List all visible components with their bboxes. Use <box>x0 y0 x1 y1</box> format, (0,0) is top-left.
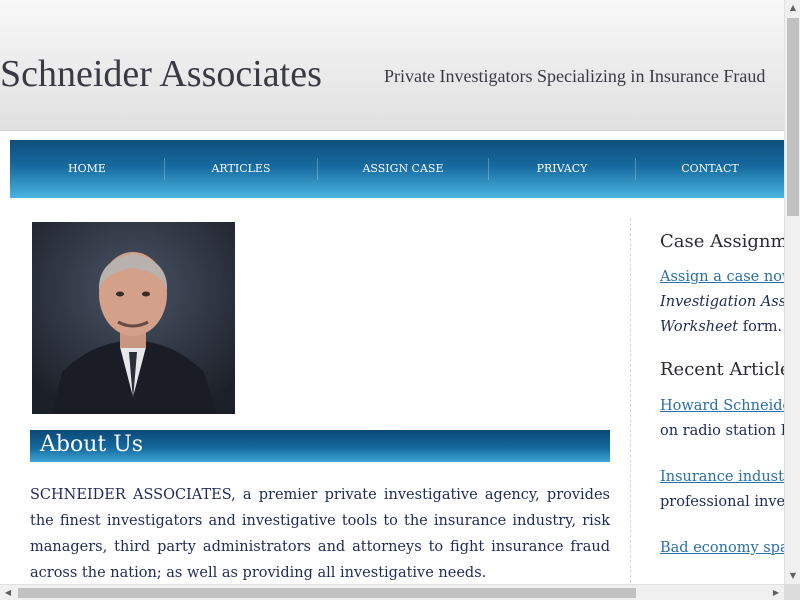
scrollbar-corner <box>784 584 800 600</box>
horizontal-scrollbar[interactable]: ◀ ▶ <box>0 584 784 600</box>
portrait-photo <box>32 222 235 414</box>
vertical-scroll-thumb[interactable] <box>787 18 799 216</box>
site-tagline: Private Investigators Specializing in In… <box>384 66 766 86</box>
recent-articles-heading: Recent Article <box>660 359 784 380</box>
scroll-left-arrow-icon[interactable]: ◀ <box>0 585 16 600</box>
nav-contact[interactable]: CONTACT <box>636 158 784 180</box>
about-us-text: SCHNEIDER ASSOCIATES, a premier private … <box>30 487 610 581</box>
article-item: Howard Schneide <box>660 394 784 419</box>
article-summary-2: professional inves <box>660 494 784 510</box>
article-link-1[interactable]: Howard Schneide <box>660 398 784 414</box>
worksheet-text: Worksheet <box>660 319 739 335</box>
nav-assign-case[interactable]: ASSIGN CASE <box>318 158 489 180</box>
scroll-down-arrow-icon[interactable]: ▼ <box>785 568 800 584</box>
horizontal-scroll-thumb[interactable] <box>18 588 636 598</box>
article-item: Bad economy spa <box>660 536 784 561</box>
site-title[interactable]: Schneider Associates <box>0 52 322 96</box>
scroll-right-arrow-icon[interactable]: ▶ <box>768 585 784 600</box>
article-item: Insurance industr <box>660 465 784 490</box>
site-header: Schneider Associates Private Investigato… <box>0 0 784 131</box>
scroll-up-arrow-icon[interactable]: ▲ <box>785 0 800 16</box>
nav-privacy[interactable]: PRIVACY <box>489 158 636 180</box>
article-link-2[interactable]: Insurance industr <box>660 469 784 485</box>
portrait-image <box>32 222 235 414</box>
about-us-heading: About Us <box>30 430 610 462</box>
main-navigation: HOME ARTICLES ASSIGN CASE PRIVACY CONTAC… <box>10 140 784 198</box>
case-line-2: Investigation Ass <box>660 294 784 310</box>
nav-home[interactable]: HOME <box>10 158 165 180</box>
nav-articles[interactable]: ARTICLES <box>165 158 318 180</box>
vertical-scrollbar[interactable]: ▲ ▼ <box>784 0 800 584</box>
form-text: form. <box>738 319 783 335</box>
case-line-3: Worksheet form. <box>660 315 784 340</box>
sidebar-divider <box>630 218 631 588</box>
article-link-3[interactable]: Bad economy spa <box>660 540 784 556</box>
article-summary-1: on radio station K <box>660 423 784 439</box>
assign-case-link[interactable]: Assign a case now <box>660 269 784 285</box>
case-assignment-heading: Case Assignm <box>660 231 784 252</box>
article-list: Howard Schneide on radio station K Insur… <box>660 394 784 561</box>
case-link-line: Assign a case now <box>660 265 784 290</box>
sidebar: Case Assignm Assign a case now Investiga… <box>660 228 784 586</box>
